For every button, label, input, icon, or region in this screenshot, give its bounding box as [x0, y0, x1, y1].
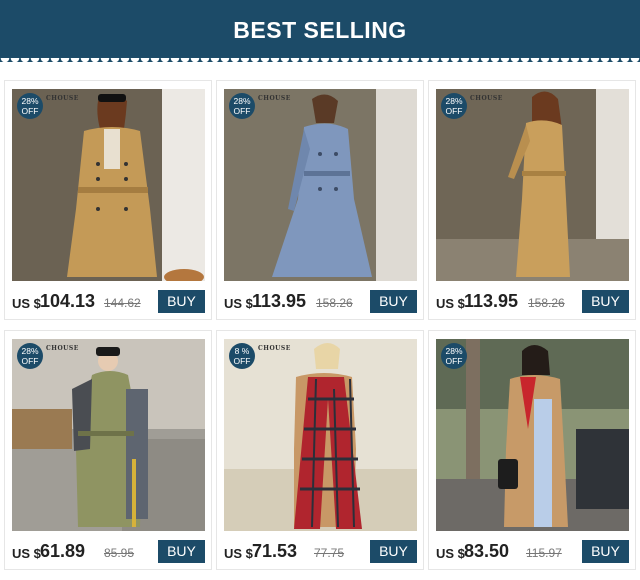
product-card-6[interactable]: 28% OFF US $ 83.50 115.97 BUY	[428, 330, 636, 570]
price-row: US $ 83.50 115.97 BUY	[436, 540, 629, 563]
product-image[interactable]: 28% OFF CHOUSE	[436, 89, 629, 281]
discount-off-label: OFF	[21, 356, 39, 366]
buy-button[interactable]: BUY	[370, 540, 417, 563]
product-card-2[interactable]: 28% OFF CHOUSE US $ 113.95 158.26 BUY	[216, 80, 424, 320]
currency-label: US $	[12, 546, 41, 561]
discount-badge: 8 % OFF	[229, 343, 255, 369]
product-image[interactable]: 28% OFF	[436, 339, 629, 531]
currency-label: US $	[436, 296, 465, 311]
discount-badge: 28% OFF	[441, 343, 467, 369]
price-row: US $ 113.95 158.26 BUY	[224, 290, 417, 313]
original-price: 115.97	[526, 546, 562, 560]
buy-button[interactable]: BUY	[582, 290, 629, 313]
discount-percent: 28%	[445, 346, 463, 356]
discount-off-label: OFF	[445, 356, 463, 366]
discount-badge: 28% OFF	[229, 93, 255, 119]
sale-price: 71.53	[252, 541, 298, 561]
original-price: 158.26	[316, 296, 353, 310]
best-selling-header: BEST SELLING	[0, 0, 640, 62]
product-photo-illustration	[224, 89, 417, 281]
discount-off-label: OFF	[445, 106, 463, 116]
original-price: 144.62	[104, 296, 141, 310]
brand-watermark: CHOUSE	[258, 345, 291, 352]
product-photo-illustration	[436, 89, 629, 281]
product-image[interactable]: 28% OFF CHOUSE	[224, 89, 417, 281]
discount-percent: 28%	[21, 96, 39, 106]
price-row: US $ 71.53 77.75 BUY	[224, 540, 417, 563]
product-photo-illustration	[436, 339, 629, 531]
discount-percent: 28%	[233, 96, 251, 106]
brand-watermark: CHOUSE	[470, 95, 503, 102]
product-photo-illustration	[224, 339, 417, 531]
original-price: 77.75	[314, 546, 345, 560]
buy-button[interactable]: BUY	[158, 540, 205, 563]
sale-price: 83.50	[464, 541, 510, 561]
currency-label: US $	[436, 546, 465, 561]
buy-button[interactable]: BUY	[370, 290, 417, 313]
product-image[interactable]: 8 % OFF CHOUSE	[224, 339, 417, 531]
sale-price: 104.13	[40, 291, 96, 311]
product-card-3[interactable]: 28% OFF CHOUSE US $ 113.95 158.26 BUY	[428, 80, 636, 320]
brand-watermark: CHOUSE	[46, 345, 79, 352]
discount-off-label: OFF	[233, 356, 251, 366]
sale-price: 113.95	[252, 291, 307, 311]
price-row: US $ 104.13 144.62 BUY	[12, 290, 205, 313]
brand-watermark: CHOUSE	[46, 95, 79, 102]
discount-percent: 28%	[445, 96, 463, 106]
discount-badge: 28% OFF	[17, 343, 43, 369]
price-row: US $ 61.89 85.95 BUY	[12, 540, 205, 563]
discount-percent: 8 %	[234, 346, 250, 356]
discount-badge: 28% OFF	[441, 93, 467, 119]
discount-off-label: OFF	[21, 106, 39, 116]
product-card-4[interactable]: 28% OFF CHOUSE US $ 61.89 85.95 BUY	[4, 330, 212, 570]
discount-badge: 28% OFF	[17, 93, 43, 119]
currency-label: US $	[12, 296, 41, 311]
original-price: 85.95	[104, 546, 135, 560]
product-image[interactable]: 28% OFF CHOUSE	[12, 339, 205, 531]
brand-watermark: CHOUSE	[258, 95, 291, 102]
product-image[interactable]: 28% OFF CHOUSE	[12, 89, 205, 281]
product-card-1[interactable]: 28% OFF CHOUSE US $ 104.13 144.62 BUY	[4, 80, 212, 320]
original-price: 158.26	[528, 296, 565, 310]
discount-off-label: OFF	[233, 106, 251, 116]
scallop-divider	[0, 58, 640, 62]
price-row: US $ 113.95 158.26 BUY	[436, 290, 629, 313]
sale-price: 61.89	[40, 541, 86, 561]
product-photo-illustration	[12, 89, 205, 281]
product-card-5[interactable]: 8 % OFF CHOUSE US $ 71.53 77.75 BUY	[216, 330, 424, 570]
buy-button[interactable]: BUY	[158, 290, 205, 313]
buy-button[interactable]: BUY	[582, 540, 629, 563]
sale-price: 113.95	[464, 291, 519, 311]
currency-label: US $	[224, 546, 253, 561]
discount-percent: 28%	[21, 346, 39, 356]
product-photo-illustration	[12, 339, 205, 531]
page-title: BEST SELLING	[233, 17, 407, 43]
currency-label: US $	[224, 296, 253, 311]
